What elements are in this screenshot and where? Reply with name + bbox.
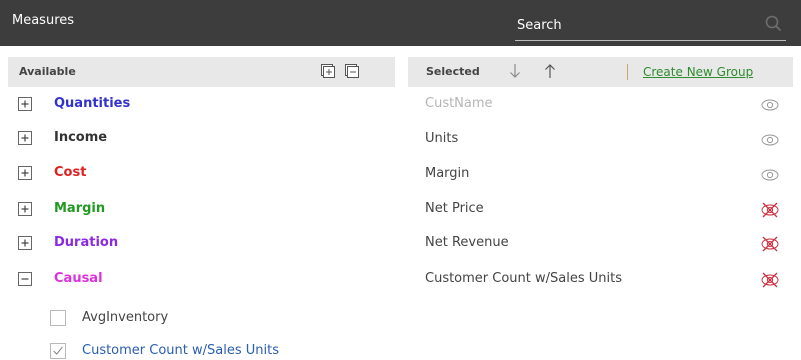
plus-box-icon[interactable] (18, 97, 32, 111)
plus-box-icon[interactable] (18, 131, 32, 145)
header-divider (627, 64, 628, 80)
group-label-margin: Margin (54, 201, 106, 216)
plus-box-icon[interactable] (18, 166, 32, 180)
available-label: Available (19, 65, 76, 78)
group-label-income: Income (54, 130, 108, 145)
checkbox-unchecked[interactable] (50, 310, 66, 326)
selected-item-label: Customer Count w/Sales Units (425, 271, 622, 286)
selected-item-label: CustName (425, 96, 493, 111)
selected-item-label: Margin (425, 166, 470, 181)
selected-panel: Selected Create New Group CustName Units… (408, 57, 793, 360)
item-label: AvgInventory (82, 310, 169, 325)
eye-hidden-icon[interactable] (760, 272, 780, 288)
eye-hidden-icon[interactable] (760, 236, 780, 252)
group-label-quantities: Quantities (54, 96, 131, 111)
minus-box-icon[interactable] (18, 272, 32, 286)
group-row-causal[interactable]: Causal (8, 263, 395, 297)
group-label-causal: Causal (54, 271, 103, 286)
available-header: Available (8, 57, 395, 87)
group-label-duration: Duration (54, 235, 119, 250)
search-icon[interactable] (763, 13, 785, 35)
selected-header: Selected Create New Group (408, 57, 793, 87)
item-label: Customer Count w/Sales Units (82, 343, 279, 358)
selected-row-units[interactable]: Units (408, 123, 793, 158)
selected-row-margin[interactable]: Margin (408, 158, 793, 193)
plus-box-icon[interactable] (18, 202, 32, 216)
selected-row-customer-count[interactable]: Customer Count w/Sales Units (408, 263, 793, 298)
selected-row-net-price[interactable]: Net Price (408, 193, 793, 228)
selected-label: Selected (426, 65, 480, 78)
available-panel: Available Quantities Income Cost Margin … (8, 57, 395, 360)
eye-icon[interactable] (760, 167, 780, 183)
eye-icon[interactable] (760, 97, 780, 113)
arrow-up-icon[interactable] (543, 62, 557, 80)
create-new-group-link[interactable]: Create New Group (643, 65, 753, 79)
eye-hidden-icon[interactable] (760, 202, 780, 218)
group-row-margin[interactable]: Margin (8, 193, 395, 227)
selected-row-custname[interactable]: CustName (408, 88, 793, 123)
measures-header: Measures (0, 0, 801, 46)
group-row-duration[interactable]: Duration (8, 227, 395, 261)
selected-item-label: Net Price (425, 201, 484, 216)
checkbox-checked[interactable] (50, 343, 66, 359)
selected-item-label: Units (425, 131, 459, 146)
group-label-cost: Cost (54, 165, 87, 180)
group-row-income[interactable]: Income (8, 122, 395, 156)
arrow-down-icon[interactable] (508, 62, 522, 80)
expand-all-icon[interactable] (320, 63, 336, 79)
checkmark-icon (53, 346, 63, 355)
eye-icon[interactable] (760, 132, 780, 148)
search-box (515, 11, 786, 41)
selected-item-label: Net Revenue (425, 235, 509, 250)
search-input[interactable] (515, 13, 755, 37)
selected-row-net-revenue[interactable]: Net Revenue (408, 227, 793, 262)
page-title: Measures (12, 13, 75, 28)
list-item-avginventory[interactable]: AvgInventory (8, 302, 395, 335)
group-row-quantities[interactable]: Quantities (8, 88, 395, 122)
collapse-all-icon[interactable] (344, 63, 360, 79)
list-item-customer-count[interactable]: Customer Count w/Sales Units (8, 335, 395, 360)
group-row-cost[interactable]: Cost (8, 157, 395, 191)
plus-box-icon[interactable] (18, 236, 32, 250)
